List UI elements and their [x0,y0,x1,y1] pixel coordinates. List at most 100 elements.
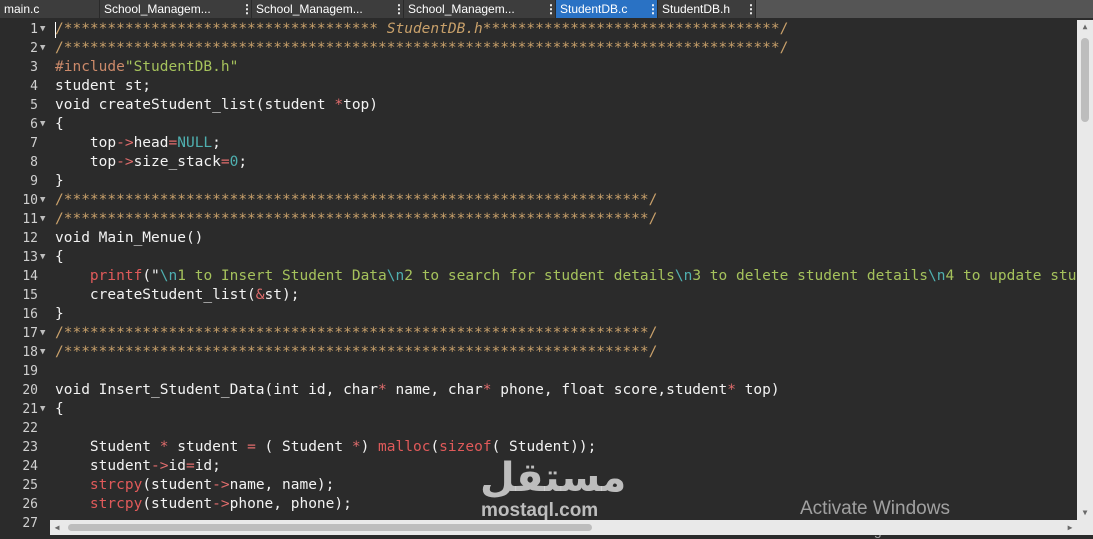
line-number: 11 [22,212,38,227]
line-number: 6 [30,117,38,132]
tab-label: main.c [4,2,40,16]
code-line: /***************************************… [55,210,657,229]
line-number: 26 [22,497,38,512]
line-number: 18 [22,345,38,360]
line-number: 23 [22,440,38,455]
vertical-scrollbar[interactable]: ▲ ▼ [1077,20,1093,520]
line-number: 16 [22,307,38,322]
function-token: strcpy [89,477,143,493]
operator-token: = [185,458,195,474]
operator-token: = [247,439,256,455]
string-token: 1 to Insert Student Data [177,268,387,284]
scroll-up-arrow-icon[interactable]: ▲ [1077,20,1093,34]
code-token: head [133,135,169,151]
code-line: void Main_Menue() [55,230,204,246]
code-token: void Insert_Student_Data(int id, char [55,382,379,398]
fold-arrow-icon[interactable]: ▼ [40,210,45,229]
horizontal-scroll-thumb[interactable] [68,524,592,531]
line-number: 22 [22,421,38,436]
mostaql-watermark-arabic: مستقل [480,455,627,501]
line-number: 25 [22,478,38,493]
scroll-right-arrow-icon[interactable]: ▶ [1063,520,1077,535]
code-token: (student [142,477,213,493]
activate-windows-title: Activate Windows [800,498,950,519]
scroll-left-arrow-icon[interactable]: ◀ [50,520,64,535]
tab-menu-icon[interactable]: ⋮ [647,3,657,15]
function-token: malloc [378,439,431,455]
code-line: { [55,401,64,417]
function-token: printf [89,268,143,284]
code-line: void createStudent_list(student *top) [55,96,378,115]
operator-token: -> [116,135,134,151]
line-number: 14 [22,269,38,284]
code-line: /***************************************… [55,324,657,343]
editor-tab-bar: main.c School_Managem... ⋮ School_Manage… [0,0,1093,18]
code-token: id; [194,458,221,474]
function-token: strcpy [89,496,143,512]
escape-token: \n [674,268,693,284]
operator-token: * [378,382,387,398]
tab-label: School_Managem... [104,2,211,16]
tab-menu-icon[interactable]: ⋮ [241,3,251,15]
escape-token: \n [159,268,178,284]
code-token: Student [55,439,160,455]
horizontal-scrollbar[interactable]: ◀ ▶ [50,520,1077,535]
scrollbar-corner [1077,520,1093,535]
code-token: ( [430,439,440,455]
tab-main-c[interactable]: main.c [0,0,100,18]
tab-menu-icon[interactable]: ⋮ [745,3,755,15]
operator-token: -> [116,154,134,170]
code-token: student [55,458,152,474]
comment-token: /***************************************… [55,344,658,360]
fold-arrow-icon[interactable]: ▼ [40,20,45,39]
line-number: 24 [22,459,38,474]
fold-arrow-icon[interactable]: ▼ [40,39,45,58]
fold-arrow-icon[interactable]: ▼ [40,191,45,210]
fold-arrow-icon[interactable]: ▼ [40,248,45,267]
code-line: student st; [55,78,152,94]
code-token: ( Student)); [491,439,597,455]
code-token: name, char [386,382,483,398]
line-number: 20 [22,383,38,398]
code-token: id [168,458,186,474]
line-number: 5 [30,98,38,113]
code-line: /***************************************… [55,39,788,58]
code-line: strcpy(student->phone, phone); [55,495,352,514]
code-line: { [55,249,64,265]
fold-arrow-icon[interactable]: ▼ [40,324,45,343]
scroll-down-arrow-icon[interactable]: ▼ [1077,506,1093,520]
comment-token: /***************************************… [55,325,658,341]
operator-token: = [168,135,178,151]
fold-arrow-icon[interactable]: ▼ [40,400,45,419]
code-editor[interactable]: /************************************ St… [55,20,1077,520]
string-token: "StudentDB.h" [124,59,239,75]
tab-studentdb-h[interactable]: StudentDB.h ⋮ [658,0,756,18]
tab-studentdb-c[interactable]: StudentDB.c ⋮ [556,0,658,18]
comment-token: StudentDB.h [378,21,483,37]
fold-arrow-icon[interactable]: ▼ [40,343,45,362]
tab-school-management-3[interactable]: School_Managem... ⋮ [404,0,556,18]
tab-menu-icon[interactable]: ⋮ [545,3,555,15]
tab-menu-icon[interactable]: ⋮ [393,3,403,15]
line-number-gutter: 1 ▼ 2 ▼ 3 4 5 6 ▼ 7 8 9 10 ▼ 11 ▼ 12 13 … [0,20,50,531]
tab-school-management-2[interactable]: School_Managem... ⋮ [252,0,404,18]
fold-arrow-icon[interactable]: ▼ [40,115,45,134]
code-line: top->size_stack=0; [55,153,247,172]
operator-token: * [334,97,344,113]
line-number: 12 [22,231,38,246]
code-token: ; [238,154,248,170]
comment-token: /***************************************… [55,40,789,56]
code-token: void createStudent_list(student [55,97,335,113]
code-token: name, name); [229,477,335,493]
line-number: 3 [30,60,38,75]
code-token: phone, phone); [229,496,352,512]
code-line: /***************************************… [55,343,657,362]
tab-label: School_Managem... [256,2,363,16]
code-token: (student [142,496,213,512]
tab-school-management-1[interactable]: School_Managem... ⋮ [100,0,252,18]
code-token: ( Student [255,439,352,455]
escape-token: \n [386,268,405,284]
vertical-scroll-thumb[interactable] [1081,38,1089,122]
line-number: 19 [22,364,38,379]
